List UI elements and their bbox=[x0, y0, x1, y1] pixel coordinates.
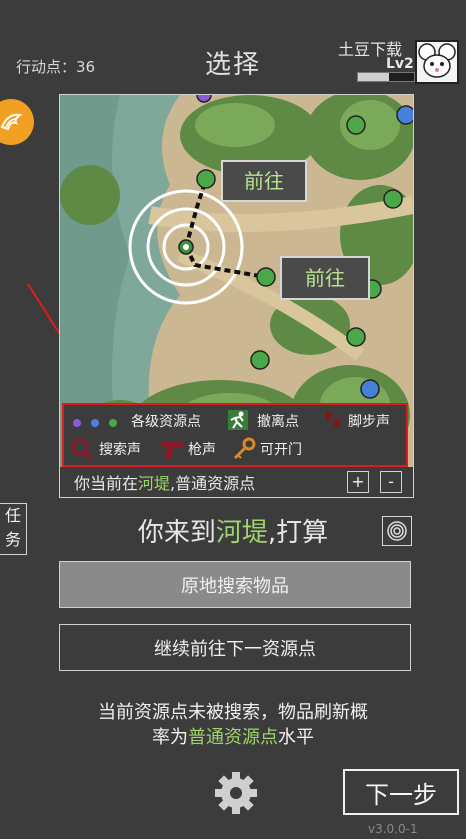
info-line2-highlight: 普通资源点 bbox=[188, 727, 278, 748]
running-man-icon bbox=[228, 410, 248, 430]
goto-button-1[interactable]: 前往 bbox=[221, 160, 307, 202]
next-step-button[interactable]: 下一步 bbox=[343, 769, 459, 815]
question-location: 河堤 bbox=[215, 518, 268, 548]
legend-dot-purple bbox=[73, 419, 81, 427]
info-line1: 当前资源点未被搜索，物品刷新概 bbox=[98, 702, 368, 723]
pistol-icon bbox=[162, 441, 184, 459]
map-legend: 各级资源点 撤离点 脚步声 搜索声 枪声 可开门 bbox=[62, 403, 408, 467]
info-text: 当前资源点未被搜索，物品刷新概 率为普通资源点水平 bbox=[0, 700, 466, 750]
level-label: Lv2 bbox=[386, 56, 414, 72]
info-line2-prefix: 率为 bbox=[152, 727, 188, 748]
search-items-button[interactable]: 原地搜索物品 bbox=[59, 561, 411, 608]
legend-footsteps: 脚步声 bbox=[348, 414, 390, 430]
legend-gunshot: 枪声 bbox=[188, 442, 216, 458]
legend-search-sound: 搜索声 bbox=[99, 442, 141, 458]
goto-button-2[interactable]: 前往 bbox=[280, 256, 370, 300]
continue-next-button[interactable]: 继续前往下一资源点 bbox=[59, 624, 411, 671]
legend-openable-door: 可开门 bbox=[260, 442, 302, 458]
version-label: v3.0.0-1 bbox=[368, 822, 418, 836]
question-suffix: ,打算 bbox=[267, 518, 329, 548]
location-status: 你当前在河堤,普通资源点 + - bbox=[60, 467, 413, 495]
legend-dot-green bbox=[109, 419, 117, 427]
zoom-in-button[interactable]: + bbox=[347, 471, 369, 493]
avatar[interactable] bbox=[415, 40, 459, 84]
footprint-icon bbox=[325, 411, 341, 428]
info-line2-suffix: 水平 bbox=[278, 727, 314, 748]
key-icon bbox=[233, 437, 256, 460]
info-line2: 率为普通资源点水平 bbox=[0, 725, 466, 750]
event-badge[interactable] bbox=[0, 99, 34, 145]
legend-resource-points: 各级资源点 bbox=[131, 414, 201, 430]
zoom-out-button[interactable]: - bbox=[380, 471, 402, 493]
settings-gear-icon[interactable] bbox=[213, 770, 259, 816]
level-progress-bar bbox=[357, 72, 415, 82]
status-suffix: ,普通资源点 bbox=[170, 474, 256, 493]
magnifier-icon bbox=[71, 438, 94, 461]
question-prefix: 你来到 bbox=[137, 518, 216, 548]
target-button[interactable] bbox=[382, 516, 412, 546]
map-panel: 前往 前往 各级资源点 撤离点 脚步声 搜索声 枪声 可开门 你当前在河堤,普通… bbox=[59, 94, 414, 498]
wing-icon bbox=[0, 113, 23, 131]
level-progress-fill bbox=[358, 73, 389, 81]
legend-dot-blue bbox=[91, 419, 99, 427]
target-icon bbox=[387, 521, 407, 541]
status-location: 河堤 bbox=[138, 474, 171, 493]
legend-evacuation-point: 撤离点 bbox=[257, 414, 299, 430]
status-prefix: 你当前在 bbox=[74, 474, 139, 493]
location-status-text: 你当前在河堤,普通资源点 bbox=[74, 470, 255, 494]
mouse-avatar-icon bbox=[418, 43, 456, 78]
